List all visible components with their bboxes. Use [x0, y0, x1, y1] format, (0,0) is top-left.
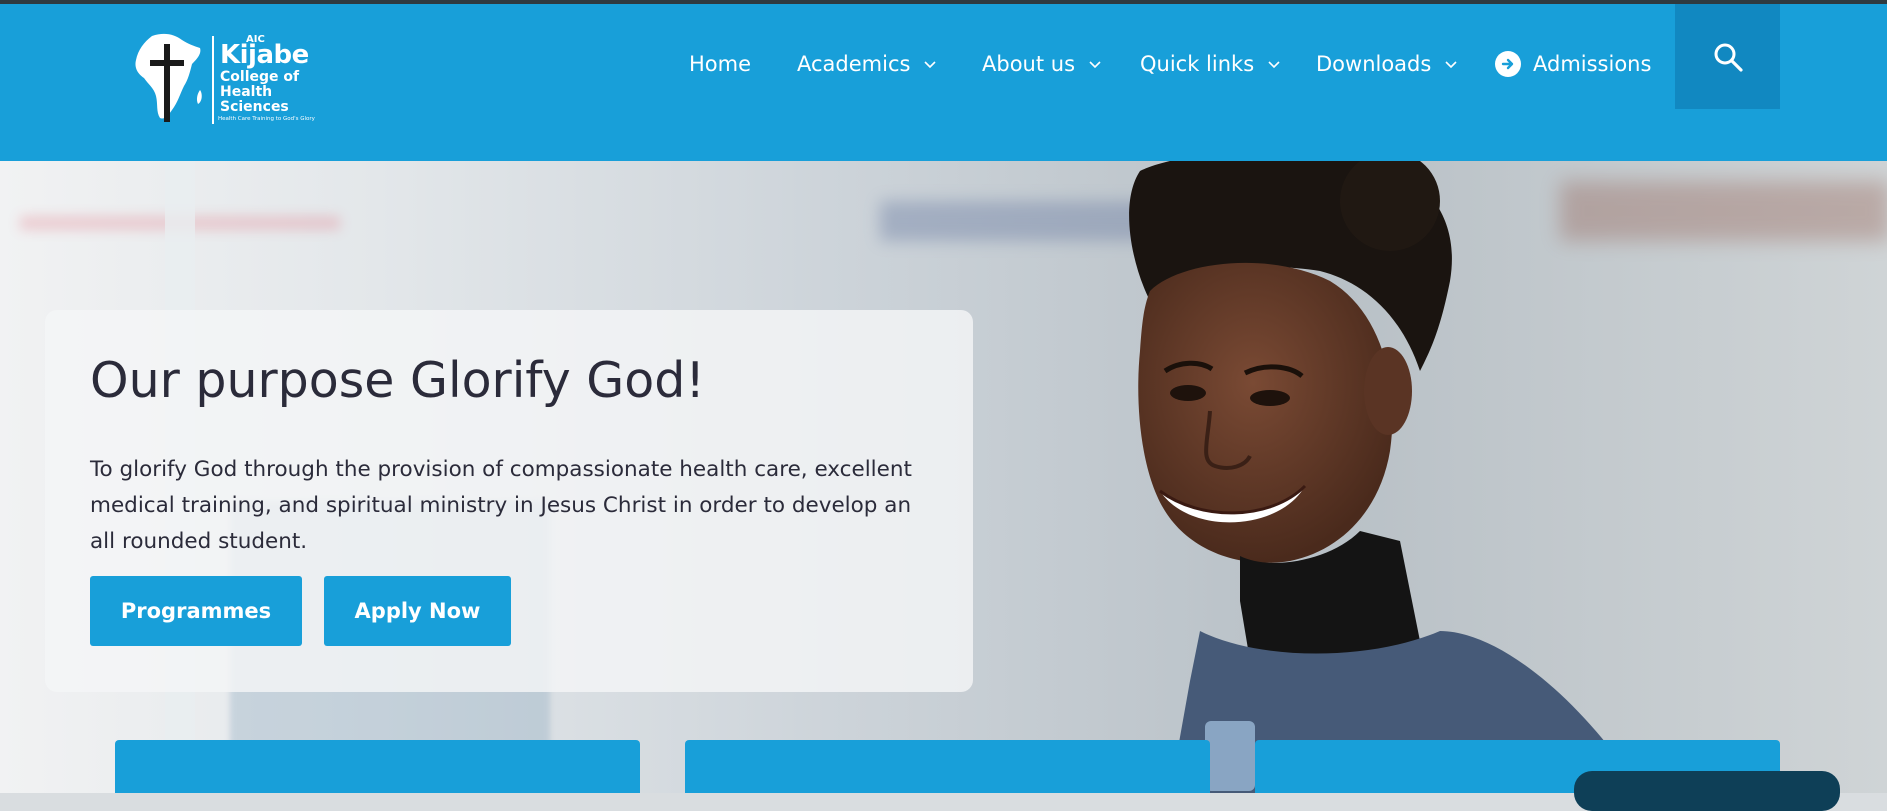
nav-quick-links-label: Quick links [1140, 52, 1255, 76]
nav-quick-links[interactable]: Quick links [1140, 44, 1282, 84]
nav-academics-label: Academics [797, 52, 911, 76]
arrow-circle-right-icon [1495, 51, 1521, 77]
hero-description: To glorify God through the provision of … [90, 457, 912, 554]
purpose-card: Our purpose Glorify God! To glorify God … [45, 310, 973, 692]
nav-admissions[interactable]: Admissions [1495, 44, 1651, 84]
site-header: AIC Kijabe College of Health Sciences He… [0, 4, 1887, 161]
nav-academics[interactable]: Academics [797, 44, 938, 84]
hero-student-photo [1129, 161, 1640, 793]
main-nav: Home Academics About us Quick links Down… [0, 4, 1887, 161]
hero-title: Our purpose Glorify God! [90, 352, 705, 409]
nav-about-us[interactable]: About us [982, 44, 1103, 84]
chevron-down-icon [924, 61, 937, 69]
hero-section: Our purpose Glorify God! To glorify God … [0, 161, 1887, 793]
chevron-down-icon [1089, 61, 1101, 69]
nav-about-us-label: About us [982, 52, 1076, 76]
feature-card-1[interactable] [115, 740, 640, 793]
feature-card-2[interactable] [685, 740, 1210, 793]
search-button[interactable] [1675, 4, 1780, 109]
chevron-down-icon [1445, 61, 1457, 69]
nav-home-label: Home [689, 52, 752, 76]
apply-now-button[interactable]: Apply Now [324, 576, 511, 646]
chat-widget-button[interactable] [1574, 771, 1840, 811]
nav-downloads[interactable]: Downloads [1316, 44, 1459, 84]
programmes-button[interactable]: Programmes [90, 576, 302, 646]
nav-home[interactable]: Home [689, 44, 751, 84]
chevron-down-icon [1268, 61, 1280, 69]
nav-downloads-label: Downloads [1316, 52, 1432, 76]
nav-admissions-label: Admissions [1533, 52, 1652, 76]
search-icon [1714, 43, 1743, 72]
